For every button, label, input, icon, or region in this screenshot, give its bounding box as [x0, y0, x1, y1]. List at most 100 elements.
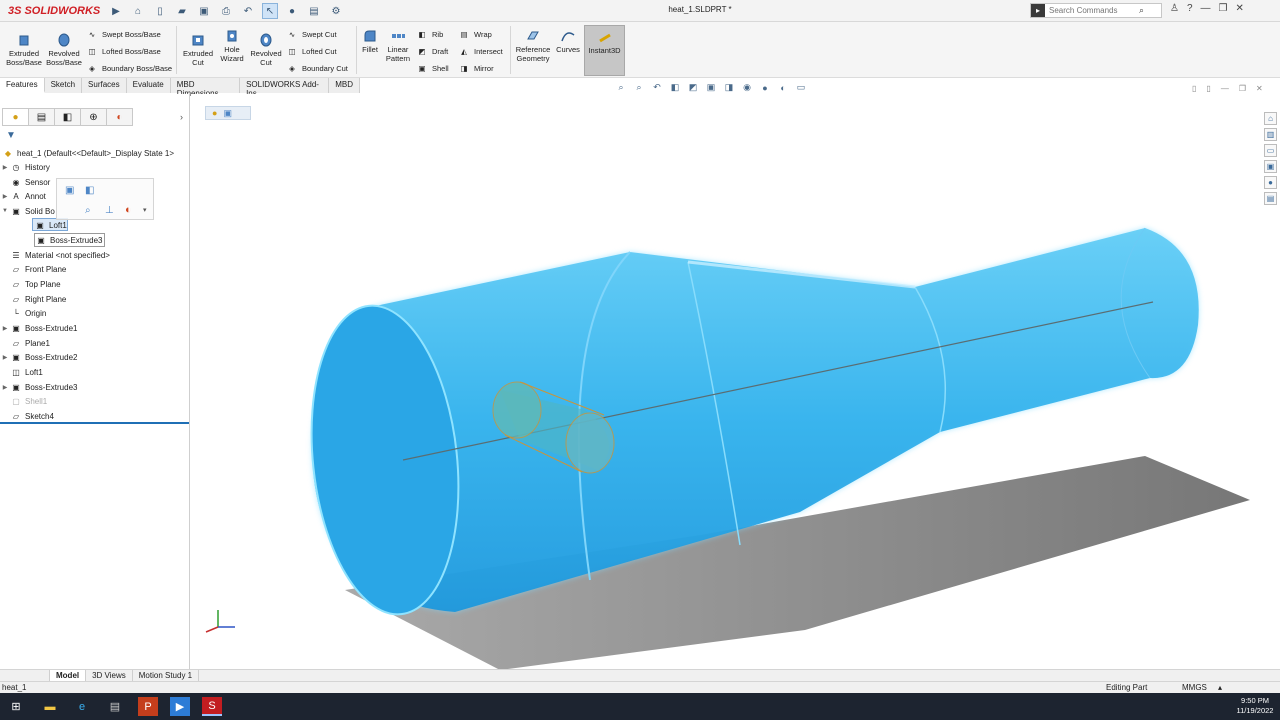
tab-3d-views[interactable]: 3D Views — [86, 669, 133, 682]
traffic-light-icon[interactable]: ● — [284, 3, 300, 19]
tree-item-history[interactable]: ▶ ◷ History — [0, 160, 50, 174]
tree-item-boss-extrude2[interactable]: ▶ ▣ Boss-Extrude2 — [0, 350, 78, 364]
tree-item-material[interactable]: ☰ Material <not specified> — [0, 248, 110, 262]
expand-menu-icon[interactable]: ▶ — [108, 3, 124, 19]
windows-start-icon[interactable]: ⊞ — [6, 697, 26, 716]
instant3d-button[interactable]: Instant3D — [584, 25, 625, 76]
solidworks-taskbar-icon[interactable]: S — [202, 697, 222, 716]
zoom-app-icon[interactable]: ▶ — [170, 697, 190, 716]
tree-item-plane1[interactable]: ▱ Plane1 — [0, 336, 50, 350]
viewport-split-icon[interactable]: ▯ — [1206, 84, 1210, 93]
apply-scene-icon[interactable]: ◐ — [777, 83, 789, 93]
search-input[interactable] — [1045, 6, 1137, 15]
graphics-area[interactable] — [191, 94, 1280, 670]
lofted-cut-button[interactable]: ◫ Lofted Cut — [286, 45, 336, 57]
tree-item-annotations[interactable]: ▶ A Annot — [0, 189, 46, 203]
search-scope-icon[interactable]: ▸ — [1031, 4, 1045, 17]
draft-button[interactable]: ◩ Draft — [416, 45, 448, 57]
intersect-button[interactable]: ◭ Intersect — [458, 45, 503, 57]
propertymanager-tab-icon[interactable]: ▤ — [28, 108, 55, 126]
new-document-icon[interactable]: ▯ — [152, 3, 168, 19]
tree-item-front-plane[interactable]: ▱ Front Plane — [0, 262, 66, 276]
tree-item-boss-extrude3[interactable]: ▶ ▣ Boss-Extrude3 — [0, 380, 78, 394]
tab-mbd-dimensions[interactable]: MBD Dimensions — [170, 78, 241, 98]
file-explorer-taskbar-icon[interactable]: ▬ — [40, 697, 60, 716]
tree-root[interactable]: ◆ heat_1 (Default<<Default>_Display Stat… — [2, 146, 174, 160]
previous-view-icon[interactable]: ↶ — [651, 82, 663, 93]
dimxpert-tab-icon[interactable]: ⊕ — [80, 108, 107, 126]
viewport-minimize-icon[interactable]: — — [1221, 84, 1229, 93]
fillet-button[interactable]: Fillet — [358, 28, 382, 55]
units-dropdown-icon[interactable]: ▴ — [1218, 683, 1222, 692]
file-properties-icon[interactable]: ▤ — [306, 3, 322, 19]
zoom-area-icon[interactable]: ⌕ — [633, 82, 645, 93]
home-icon[interactable]: ⌂ — [130, 3, 146, 19]
view-orientation-icon[interactable]: ▣ — [705, 82, 717, 93]
open-folder-icon[interactable]: ▰ — [174, 3, 190, 19]
expand-arrow-icon[interactable]: ▶ — [0, 164, 10, 171]
hide-show-icon[interactable]: ◉ — [741, 82, 753, 93]
wrap-button[interactable]: ▤ Wrap — [458, 28, 491, 40]
tree-item-right-plane[interactable]: ▱ Right Plane — [0, 292, 66, 306]
custom-properties-icon[interactable]: ▤ — [1264, 192, 1277, 205]
tree-item-solid-bodies[interactable]: ▼ ▣ Solid Bo — [0, 204, 55, 218]
tab-motion-study[interactable]: Motion Study 1 — [133, 669, 200, 682]
close-icon[interactable]: ✕ — [1236, 3, 1244, 14]
expand-arrow-icon[interactable]: ▶ — [0, 384, 10, 391]
featuremanager-tab-icon[interactable]: ● — [2, 108, 29, 126]
viewport-close-icon[interactable]: ✕ — [1256, 84, 1263, 93]
solidworks-resources-icon[interactable]: ⌂ — [1264, 112, 1277, 125]
boundary-cut-button[interactable]: ◈ Boundary Cut — [286, 62, 348, 74]
options-gear-icon[interactable]: ⚙ — [328, 3, 344, 19]
tab-features[interactable]: Features — [0, 78, 45, 93]
extruded-boss-button[interactable]: Extruded Boss/Base — [6, 32, 42, 67]
dynamic-annotation-icon[interactable]: ◩ — [687, 82, 699, 93]
select-cursor-icon[interactable]: ↖ — [262, 3, 278, 19]
tree-item-sketch4[interactable]: ▱ Sketch4 — [0, 409, 54, 423]
configurationmanager-tab-icon[interactable]: ◧ — [54, 108, 81, 126]
revolved-cut-button[interactable]: Revolved Cut — [248, 32, 284, 67]
more-options-icon[interactable]: ▾ — [143, 206, 147, 214]
rib-button[interactable]: ◧ Rib — [416, 28, 443, 40]
hole-wizard-button[interactable]: Hole Wizard — [214, 28, 250, 63]
search-icon[interactable]: ⌕ — [1139, 5, 1144, 16]
view-settings-icon[interactable]: ▭ — [795, 82, 807, 93]
expand-arrow-icon[interactable]: ▶ — [0, 325, 10, 332]
viewport-tile-icon[interactable]: ▯ — [1192, 84, 1196, 93]
part-breadcrumb-icon[interactable]: ● — [212, 108, 217, 118]
system-clock[interactable]: 9:50 PM 11/19/2022 — [1232, 696, 1278, 716]
revolved-boss-button[interactable]: Revolved Boss/Base — [46, 32, 82, 67]
tab-model[interactable]: Model — [50, 669, 87, 682]
help-icon[interactable]: ? — [1187, 3, 1193, 14]
minimize-icon[interactable]: — — [1201, 3, 1211, 14]
extruded-cut-button[interactable]: Extruded Cut — [180, 32, 216, 67]
mirror-button[interactable]: ◨ Mirror — [458, 62, 493, 74]
boundary-boss-button[interactable]: ◈ Boundary Boss/Base — [86, 62, 172, 74]
tab-surfaces[interactable]: Surfaces — [82, 78, 127, 93]
linear-pattern-button[interactable]: Linear Pattern — [382, 28, 414, 63]
tree-item-sensors[interactable]: ◉ Sensor — [0, 175, 51, 189]
viewport-restore-icon[interactable]: ❐ — [1239, 84, 1246, 93]
tree-item-origin[interactable]: └ Origin — [0, 306, 46, 320]
expand-arrow-icon[interactable]: ▶ — [0, 193, 10, 200]
appearances-icon[interactable]: ● — [1264, 176, 1277, 189]
solidworks-logo[interactable]: 3S SOLIDWORKS — [8, 3, 100, 19]
tab-evaluate[interactable]: Evaluate — [126, 78, 171, 93]
normal-to-icon[interactable]: ⊥ — [105, 205, 114, 216]
save-icon[interactable]: ▣ — [196, 3, 212, 19]
edit-appearance-icon[interactable]: ● — [759, 83, 771, 93]
zoom-to-fit-icon[interactable]: ⌕ — [615, 82, 627, 93]
filter-icon[interactable]: ▼ — [6, 130, 16, 141]
tree-item-boss-extrude1[interactable]: ▶ ▣ Boss-Extrude1 — [0, 321, 78, 335]
search-commands[interactable]: ▸ ⌕ — [1030, 3, 1162, 18]
file-explorer-icon[interactable]: ▭ — [1264, 144, 1277, 157]
appearance-icon[interactable]: ◐ — [125, 204, 132, 216]
body-breadcrumb-icon[interactable]: ▣ — [223, 108, 232, 119]
tab-solidworks-addins[interactable]: SOLIDWORKS Add-Ins — [240, 78, 330, 98]
displaymanager-tab-icon[interactable]: ◐ — [106, 108, 133, 126]
undo-icon[interactable]: ↶ — [240, 3, 256, 19]
tab-sketch[interactable]: Sketch — [44, 78, 83, 93]
section-view-icon[interactable]: ◧ — [669, 82, 681, 93]
expand-arrow-icon[interactable]: › — [180, 112, 183, 122]
user-icon[interactable]: ♙ — [1170, 3, 1179, 14]
